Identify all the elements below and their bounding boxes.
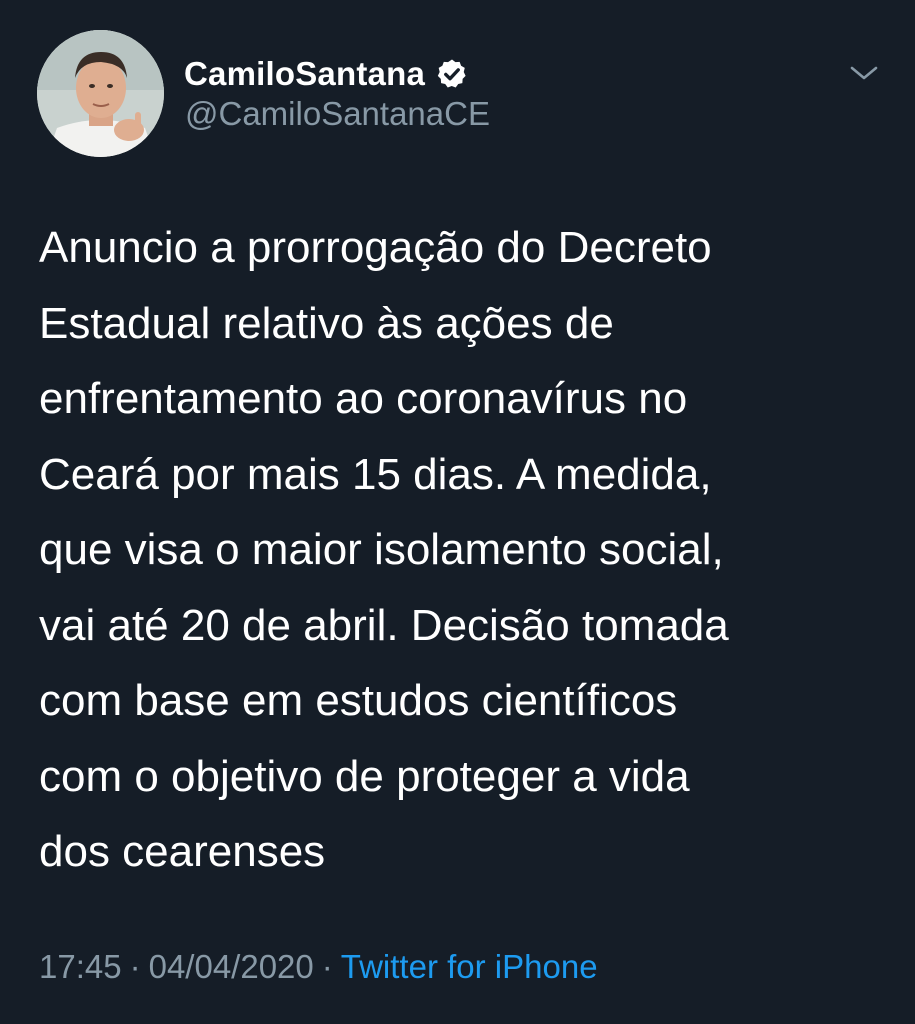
tweet: CamiloSantana @CamiloSantanaCE Anuncio a… — [0, 0, 915, 1024]
avatar[interactable] — [37, 30, 164, 157]
avatar-photo — [37, 30, 164, 157]
author-name-row[interactable]: CamiloSantana — [184, 52, 469, 96]
tweet-time[interactable]: 17:45 — [39, 948, 122, 985]
verified-badge-icon — [435, 57, 469, 91]
tweet-meta: 17:45 · 04/04/2020 · Twitter for iPhone — [39, 948, 598, 986]
chevron-down-icon — [850, 66, 878, 80]
meta-separator: · — [129, 948, 141, 985]
tweet-menu-button[interactable] — [846, 58, 882, 88]
author-display-name[interactable]: CamiloSantana — [184, 55, 425, 93]
meta-separator: · — [321, 948, 333, 985]
author-handle[interactable]: @CamiloSantanaCE — [185, 95, 490, 133]
tweet-source-link[interactable]: Twitter for iPhone — [341, 948, 598, 985]
tweet-text: Anuncio a prorrogação do Decreto Estadua… — [39, 223, 729, 876]
tweet-date[interactable]: 04/04/2020 — [149, 948, 314, 985]
